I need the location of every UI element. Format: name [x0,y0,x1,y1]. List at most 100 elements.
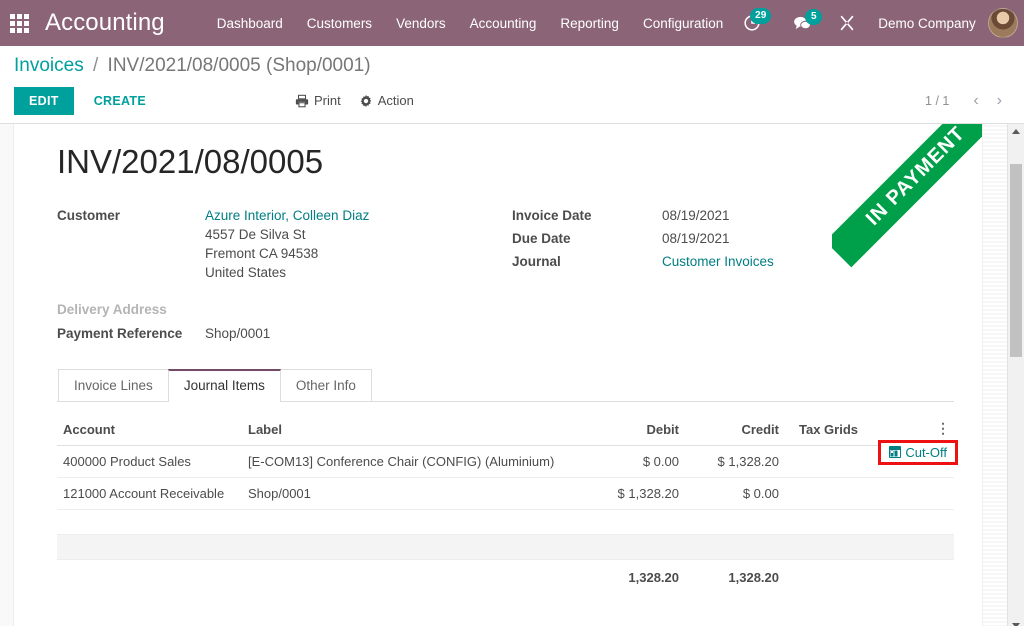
customer-address-line-1: 4557 De Silva St [205,226,306,242]
column-header-account[interactable]: Account [57,415,242,446]
breadcrumb-current: INV/2021/08/0005 (Shop/0001) [107,55,371,76]
total-debit: 1,328.20 [575,558,685,591]
invoice-header-fields: Customer Azure Interior, Colleen Diaz 45… [57,206,954,347]
invoice-date-value[interactable]: 08/19/2021 [662,206,730,225]
cut-off-button[interactable]: Cut-Off [889,446,947,459]
action-label: Action [377,93,414,109]
customer-value[interactable]: Azure Interior, Colleen Diaz [205,206,369,225]
cell-credit[interactable]: $ 0.00 [685,477,785,510]
tab-journal-items[interactable]: Journal Items [167,368,281,402]
sheet-left-gutter [0,123,14,626]
table-empty-row [57,534,954,560]
scroll-up-arrow-icon[interactable] [1012,128,1020,134]
main-menu: Dashboard Customers Vendors Accounting R… [205,10,736,37]
journal-items-footer: 1,328.20 1,328.20 [57,558,954,591]
pager-next-button[interactable]: › [989,91,1010,111]
printer-icon [295,94,309,107]
print-button[interactable]: Print [295,93,341,108]
systray: 29 5 Demo Company [735,8,1018,38]
notebook: Invoice Lines Journal Items Other Info A… [57,368,958,591]
table-header-row: Account Label Debit Credit Tax Grids ⋮ [57,415,954,446]
cell-cutoff: Cut-Off [878,439,958,478]
field-customer: Customer Azure Interior, Colleen Diaz 45… [57,206,512,282]
menu-item-vendors[interactable]: Vendors [384,10,458,37]
breadcrumb-separator: / [92,55,99,76]
app-brand-title[interactable]: Accounting [45,9,165,37]
cell-tax-grids[interactable] [785,477,930,510]
cell-credit[interactable]: $ 1,328.20 [685,445,785,478]
vertical-dots-icon[interactable]: ⋮ [936,421,950,435]
column-header-credit[interactable]: Credit [685,415,785,446]
delivery-address-label: Delivery Address [57,301,167,317]
menu-item-dashboard[interactable]: Dashboard [205,10,295,37]
edit-button[interactable]: EDIT [14,86,74,115]
breadcrumb-invoices-link[interactable]: Invoices [14,55,84,76]
column-header-debit[interactable]: Debit [575,415,685,446]
cell-account[interactable]: 400000 Product Sales [57,445,242,478]
menu-item-reporting[interactable]: Reporting [548,10,631,37]
cell-debit[interactable]: $ 1,328.20 [575,477,685,510]
print-label: Print [313,93,341,109]
field-invoice-date: Invoice Date 08/19/2021 [512,206,954,225]
notebook-tabs: Invoice Lines Journal Items Other Info [57,368,954,402]
payment-reference-value[interactable]: Shop/0001 [205,324,270,343]
vertical-scrollbar[interactable] [1007,123,1024,626]
cell-label[interactable]: [E-COM13] Conference Chair (CONFIG) (Alu… [242,445,575,478]
scrollbar-thumb[interactable] [1010,163,1022,357]
due-date-value[interactable]: 08/19/2021 [662,229,730,248]
calendar-icon [889,446,902,459]
messages-count-badge: 5 [805,8,823,25]
due-date-label: Due Date [512,230,571,246]
cell-debit[interactable]: $ 0.00 [575,445,685,478]
form-view-area: IN PAYMENT INV/2021/08/0005 Customer Azu… [0,123,1024,626]
create-button[interactable]: CREATE [80,87,160,115]
invoice-date-label: Invoice Date [512,207,592,223]
tab-invoice-lines[interactable]: Invoice Lines [58,368,169,401]
cell-account[interactable]: 121000 Account Receivable [57,477,242,510]
developer-tools-menu[interactable] [830,10,866,36]
field-journal: Journal Customer Invoices [512,252,954,271]
table-empty-row [57,509,954,535]
tab-other-info[interactable]: Other Info [279,368,372,401]
journal-value[interactable]: Customer Invoices [662,252,774,271]
cutoff-highlight-box: Cut-Off [878,439,958,465]
control-panel-buttons: EDIT CREATE Print Action 1 / 1 ‹ › [14,85,1010,117]
customer-address-line-2: Fremont CA 94538 [205,245,319,261]
menu-item-customers[interactable]: Customers [295,10,384,37]
control-panel: Invoices / INV/2021/08/0005 (Shop/0001) … [0,46,1024,124]
table-row[interactable]: 121000 Account Receivable Shop/0001 $ 1,… [57,477,954,510]
company-switcher[interactable]: Demo Company [866,16,988,31]
cell-label[interactable]: Shop/0001 [242,477,575,510]
field-due-date: Due Date 08/19/2021 [512,229,954,248]
journal-items-body: 400000 Product Sales [E-COM13] Conferenc… [57,439,958,560]
action-button[interactable]: Action [359,93,414,108]
totals-row: 1,328.20 1,328.20 [57,558,954,591]
menu-item-accounting[interactable]: Accounting [458,10,549,37]
invoice-sheet: IN PAYMENT INV/2021/08/0005 Customer Azu… [15,123,982,626]
page-title: INV/2021/08/0005 [57,142,324,180]
table-row[interactable]: 400000 Product Sales [E-COM13] Conferenc… [57,439,958,478]
empty-cell [57,509,954,535]
invoice-date-fields: Invoice Date 08/19/2021 Due Date 08/19/2… [512,206,954,347]
control-panel-actions: Print Action [295,93,414,108]
payment-reference-label: Payment Reference [57,325,183,341]
menu-item-configuration[interactable]: Configuration [631,10,735,37]
customer-label: Customer [57,207,121,223]
messaging-menu[interactable]: 5 [785,8,823,36]
cell-cutoff [930,477,954,510]
breadcrumb: Invoices / INV/2021/08/0005 (Shop/0001) [14,54,1010,79]
activities-menu[interactable]: 29 [735,8,772,36]
apps-grid-icon[interactable] [10,12,29,34]
pager-previous-button[interactable]: ‹ [965,91,986,111]
field-delivery-address: Delivery Address [57,300,512,319]
empty-cell [57,534,954,560]
customer-address-country: United States [205,264,287,280]
user-avatar[interactable] [987,8,1018,38]
pager: 1 / 1 ‹ › [925,91,1010,111]
journal-items-table: Account Label Debit Credit Tax Grids ⋮ 4… [57,415,958,591]
journal-items-header: Account Label Debit Credit Tax Grids ⋮ [57,415,954,446]
pager-value: 1 / 1 [925,93,950,108]
invoice-partner-fields: Customer Azure Interior, Colleen Diaz 45… [57,206,512,347]
activities-count-badge: 29 [750,8,772,24]
column-header-label[interactable]: Label [242,415,575,446]
